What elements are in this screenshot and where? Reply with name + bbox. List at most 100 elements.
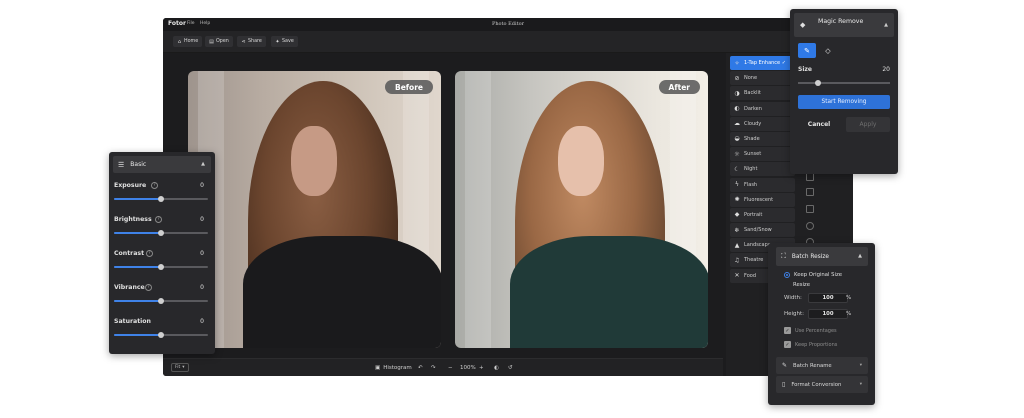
- filter-label: Flash: [744, 181, 758, 188]
- slider-thumb[interactable]: [158, 331, 164, 338]
- checkbox-icon[interactable]: ✓: [784, 341, 791, 348]
- size-slider[interactable]: [798, 79, 890, 86]
- adjustment-label: Saturation: [114, 318, 151, 325]
- adjustment-slider[interactable]: [114, 331, 208, 338]
- filter-label: Sand/Snow: [744, 227, 772, 234]
- undo-button[interactable]: ↶: [418, 362, 423, 373]
- resize-option[interactable]: Resize: [793, 282, 810, 288]
- slider-thumb[interactable]: [158, 297, 164, 304]
- eraser-icon: ◆: [800, 21, 806, 29]
- histogram-icon: ▣: [375, 364, 381, 371]
- rail-icon-4[interactable]: [806, 222, 814, 230]
- help-icon[interactable]: ?: [146, 250, 153, 257]
- filter-item[interactable]: ◐ Darken: [730, 101, 795, 116]
- basic-header[interactable]: ☰ Basic ▲: [113, 156, 211, 173]
- brush-mode-button[interactable]: ✎: [798, 43, 816, 58]
- radio-selected[interactable]: [784, 272, 790, 278]
- apply-button[interactable]: Apply: [846, 117, 890, 132]
- batch-resize-header[interactable]: ⛶ Batch Resize ▲: [776, 247, 868, 266]
- save-icon: ✦: [275, 38, 280, 45]
- batch-panel: ⛶ Batch Resize ▲ Keep Original Size Resi…: [768, 243, 875, 405]
- start-removing-button[interactable]: Start Removing: [798, 95, 890, 109]
- save-button[interactable]: ✦ Save: [271, 36, 298, 47]
- filter-item[interactable]: ◑ Backlit: [730, 86, 795, 101]
- filter-item[interactable]: ❄ Sand/Snow: [730, 223, 795, 238]
- fit-select[interactable]: Fit ▾: [171, 363, 189, 372]
- compare-icon: ◐: [494, 364, 499, 371]
- filter-item[interactable]: ϟ Flash: [730, 177, 795, 192]
- adjustment-row: Vibrance? 0: [114, 284, 210, 314]
- brush-icon: ✎: [804, 46, 810, 55]
- chevron-down-icon: ▾: [182, 365, 185, 370]
- rail-icon-1[interactable]: [806, 173, 814, 181]
- magic-wand-icon: ✧: [734, 59, 740, 67]
- adjustment-slider[interactable]: [114, 263, 208, 270]
- rail-icon-3[interactable]: [806, 205, 814, 213]
- batch-resize-title: Batch Resize: [791, 253, 829, 260]
- help-icon[interactable]: ?: [155, 216, 162, 223]
- batch-rename-button[interactable]: ✎ Batch Rename ▾: [776, 357, 868, 374]
- food-icon: ✕: [734, 272, 740, 280]
- filter-item[interactable]: ☼ Sunset: [730, 147, 795, 162]
- filter-item[interactable]: ☾ Night: [730, 162, 795, 177]
- backlit-icon: ◑: [734, 89, 740, 97]
- open-label: Open: [216, 39, 229, 44]
- size-slider-thumb[interactable]: [815, 79, 822, 86]
- open-button[interactable]: ▤ Open: [205, 36, 233, 47]
- filter-item[interactable]: ☁ Cloudy: [730, 116, 795, 131]
- filter-item[interactable]: ✺ Fluorescent: [730, 192, 795, 207]
- eraser-mode-button[interactable]: ◇: [819, 43, 837, 58]
- slider-thumb[interactable]: [158, 229, 164, 236]
- magic-remove-header[interactable]: ◆ Magic Remove ▲: [794, 13, 894, 37]
- checkbox-icon[interactable]: ✓: [784, 327, 791, 334]
- filter-label: Food: [744, 272, 756, 279]
- adjustment-slider[interactable]: [114, 229, 208, 236]
- histogram-label: Histogram: [383, 364, 412, 371]
- chevron-down-icon: ▾: [859, 382, 862, 387]
- adjustment-value: 0: [200, 318, 204, 325]
- filter-label: Darken: [744, 105, 762, 112]
- filter-item[interactable]: ⊘ None: [730, 71, 795, 86]
- keep-proportions-option[interactable]: ✓ Keep Proportions: [784, 341, 837, 348]
- folder-icon: ▤: [209, 38, 214, 45]
- slider-thumb[interactable]: [158, 195, 164, 202]
- share-icon: ⋖: [241, 38, 246, 45]
- adjustment-slider[interactable]: [114, 195, 208, 202]
- music-note-icon: ♫: [734, 256, 740, 264]
- keep-original-option[interactable]: Keep Original Size: [784, 272, 842, 278]
- chevron-up-icon: ▲: [858, 253, 862, 259]
- shade-icon: ◒: [734, 135, 740, 143]
- filter-item[interactable]: ◆ Portrait: [730, 207, 795, 222]
- portrait-icon: ◆: [734, 211, 740, 219]
- zoom-out-button[interactable]: −: [448, 362, 453, 373]
- compare-button[interactable]: ◐: [494, 362, 499, 373]
- zoom-in-button[interactable]: +: [479, 362, 484, 373]
- reset-button[interactable]: ↺: [508, 362, 513, 373]
- basic-panel: ☰ Basic ▲ Exposure? 0 Brightness? 0 Contrast…: [109, 152, 215, 354]
- adjustment-row: Saturation 0: [114, 318, 210, 348]
- help-icon[interactable]: ?: [151, 182, 158, 189]
- cancel-button[interactable]: Cancel: [798, 118, 840, 131]
- canvas-area: Before After: [163, 53, 723, 358]
- use-percentages-option[interactable]: ✓ Use Percentages: [784, 327, 837, 334]
- format-conversion-button[interactable]: ▯ Format Conversion ▾: [776, 376, 868, 393]
- slider-thumb[interactable]: [158, 263, 164, 270]
- histogram-button[interactable]: ▣ Histogram: [375, 362, 412, 373]
- adjustment-slider[interactable]: [114, 297, 208, 304]
- share-button[interactable]: ⋖ Share: [237, 36, 266, 47]
- filter-label: Fluorescent: [744, 196, 774, 203]
- filter-item[interactable]: ◒ Shade: [730, 131, 795, 146]
- filter-label: Theatre: [744, 257, 764, 264]
- width-input[interactable]: 100: [808, 293, 848, 303]
- help-icon[interactable]: ?: [145, 284, 152, 291]
- home-button[interactable]: ⌂ Home: [173, 36, 203, 47]
- use-percentages-label: Use Percentages: [795, 327, 837, 334]
- adjustment-label: Exposure: [114, 182, 147, 189]
- rail-icon-2[interactable]: [806, 188, 814, 196]
- filter-item[interactable]: ✧ 1-Tap Enhance ✓: [730, 56, 795, 70]
- before-photo: Before: [188, 71, 441, 348]
- adjustment-value: 0: [200, 284, 204, 291]
- height-input[interactable]: 100: [808, 309, 848, 319]
- redo-button[interactable]: ↷: [431, 362, 436, 373]
- chevron-up-icon: ▲: [884, 22, 888, 28]
